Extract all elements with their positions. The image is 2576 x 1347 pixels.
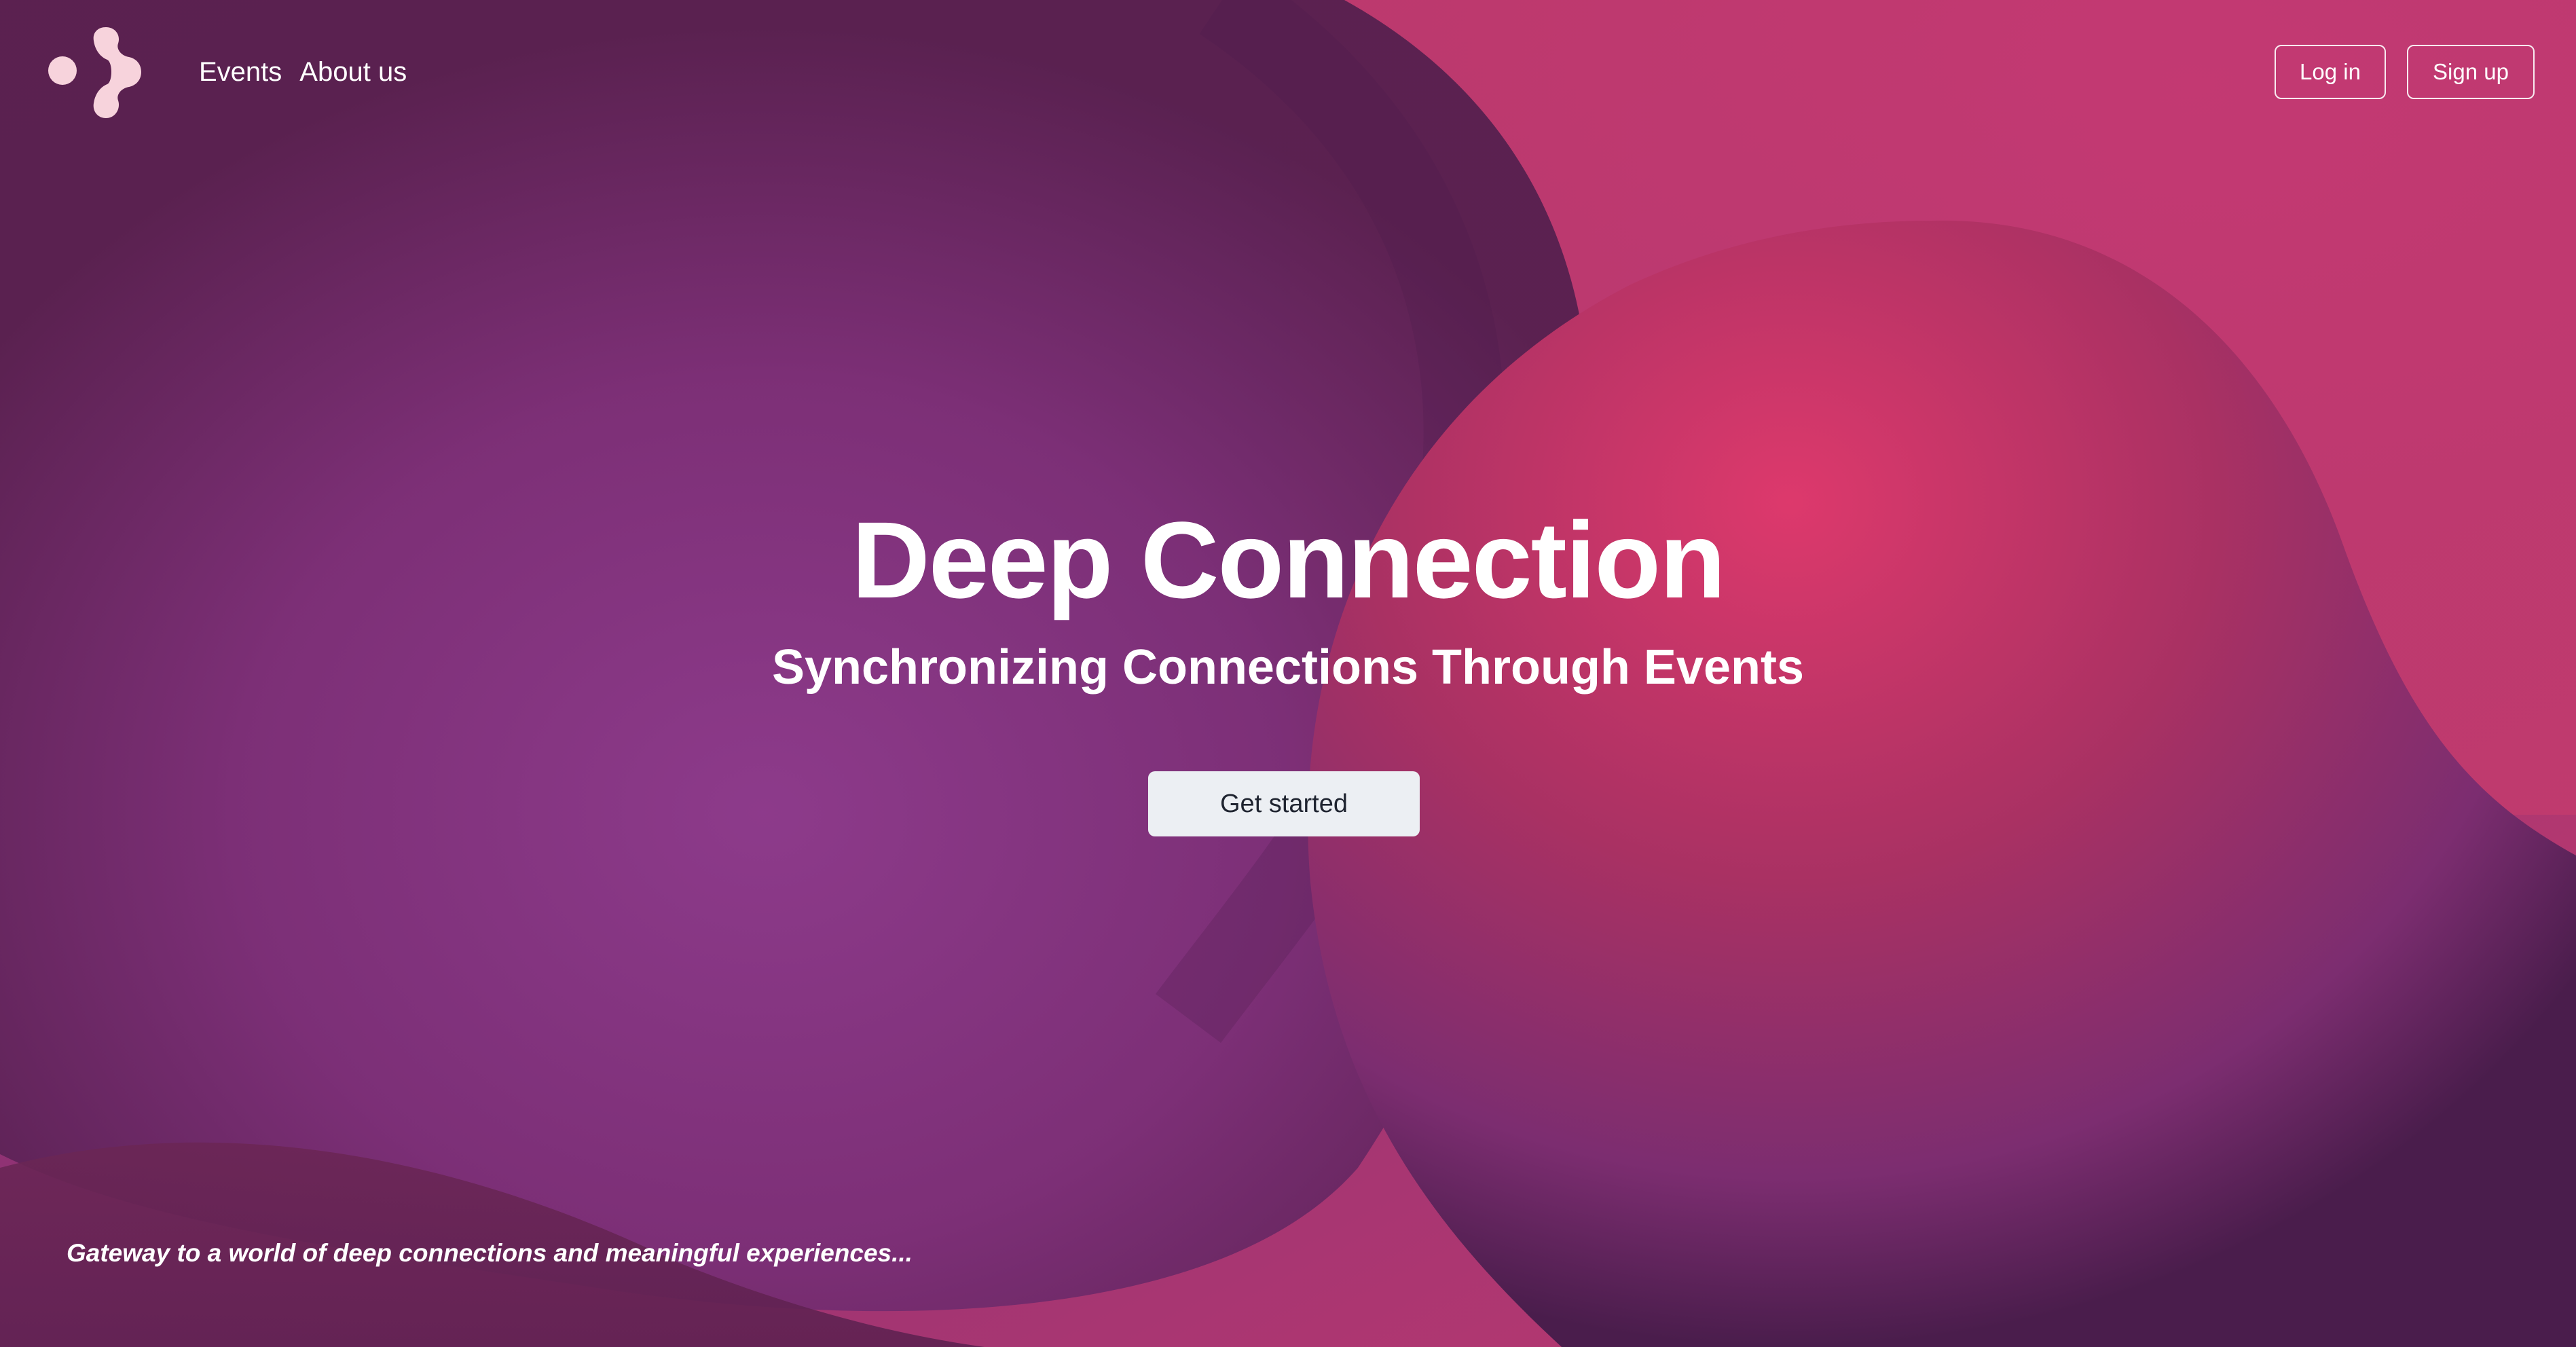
hero-title: Deep Connection [851,499,1726,621]
nav-events-link[interactable]: Events [199,53,282,91]
tagline: Gateway to a world of deep connections a… [67,1239,913,1267]
login-button[interactable]: Log in [2275,45,2386,99]
nav-about-link[interactable]: About us [299,53,407,91]
get-started-button[interactable]: Get started [1148,771,1420,836]
connected-nodes-logo-icon[interactable] [45,19,153,128]
main-nav: Events About us [199,53,407,91]
signup-button[interactable]: Sign up [2407,45,2535,99]
hero-subtitle: Synchronizing Connections Through Events [771,640,1805,695]
